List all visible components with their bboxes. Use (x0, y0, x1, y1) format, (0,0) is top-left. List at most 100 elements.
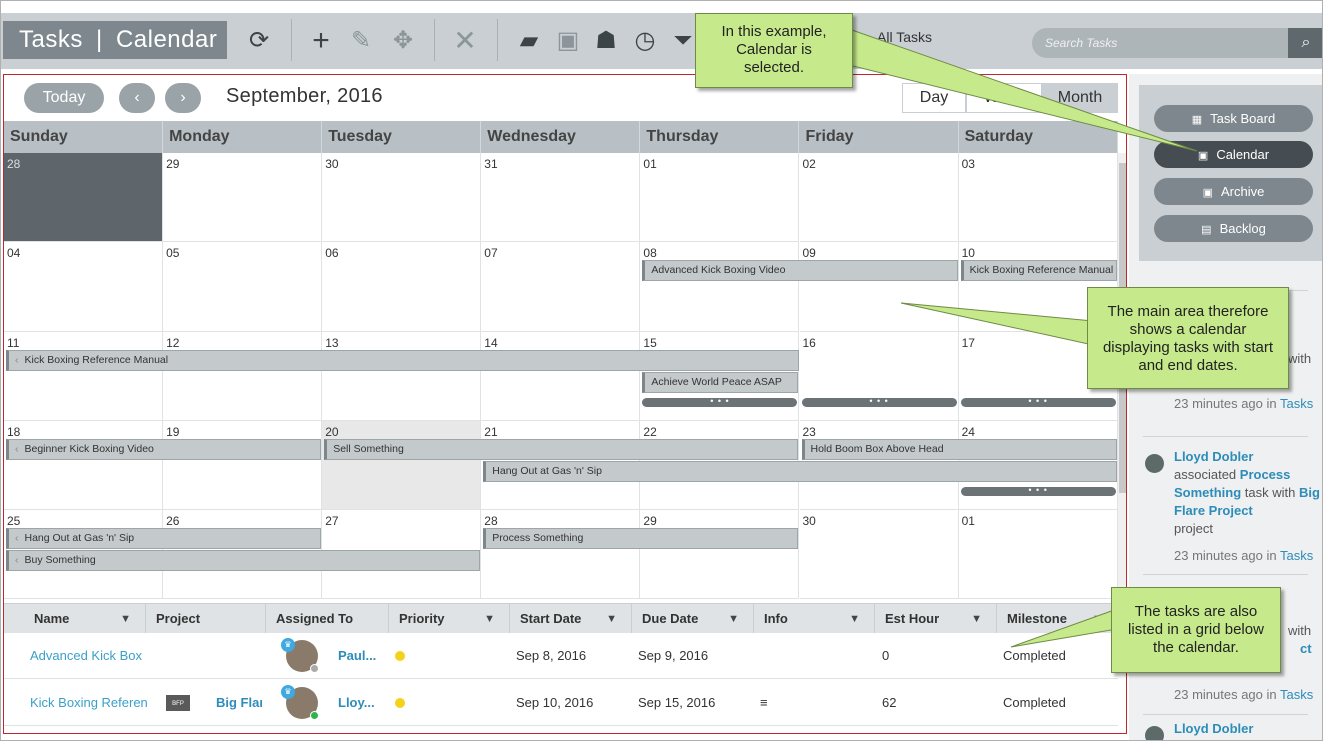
day-number: 28 (484, 514, 498, 529)
calendar-event[interactable]: ‹ Kick Boxing Reference Manual (6, 349, 799, 371)
folder-icon[interactable]: ▰ (515, 27, 543, 55)
column-header-start-date[interactable]: Start Date ▼ (510, 604, 632, 634)
day-cell[interactable]: 06 (322, 242, 482, 332)
clock-icon[interactable]: ◷ (631, 27, 659, 55)
delete-icon[interactable]: ✕ (451, 27, 479, 55)
column-header-name[interactable]: Name ▼ (24, 604, 146, 634)
day-cell[interactable]: 09 (799, 242, 959, 332)
calendar-event[interactable]: Achieve World Peace ASAP (642, 371, 799, 393)
day-number: 13 (325, 335, 339, 350)
day-cell[interactable]: 30 (322, 153, 482, 243)
next-month-button[interactable]: › (165, 83, 201, 113)
column-header-info[interactable]: Info ▼ (754, 604, 875, 634)
calendar-event[interactable]: ‹ Beginner Kick Boxing Video (6, 438, 322, 460)
assignee-link[interactable]: Paul... (338, 633, 382, 679)
info-note-icon[interactable]: ≡ (760, 680, 768, 726)
search-input[interactable]: Search Tasks (1032, 28, 1288, 58)
day-cell[interactable]: 08 (640, 242, 800, 332)
edit-icon[interactable]: ✎ (347, 27, 375, 55)
day-cell[interactable]: 11 (4, 331, 164, 421)
column-filter-icon[interactable]: ▼ (606, 604, 617, 634)
day-cell[interactable]: 04 (4, 242, 164, 332)
calendar-event[interactable]: Process Something (483, 528, 799, 550)
prev-month-button[interactable]: ‹ (119, 83, 155, 113)
more-events-button[interactable]: • • • (642, 396, 798, 407)
avatar (1145, 454, 1164, 473)
day-cell[interactable]: 29 (640, 510, 800, 600)
column-filter-icon[interactable]: ▼ (728, 604, 739, 634)
day-cell[interactable]: 03 (958, 153, 1118, 243)
table-row[interactable]: Kick Boxing Referen BFP Big Flar ♛ Lloy... Se… (4, 680, 1118, 726)
column-header-assigned-to[interactable]: Assigned To (266, 604, 389, 634)
project-link[interactable]: Big Flar (216, 680, 262, 726)
column-filter-icon[interactable]: ▼ (484, 604, 495, 634)
day-cell[interactable]: 18 (4, 420, 164, 511)
day-cell[interactable]: 13 (322, 331, 482, 421)
column-filter-icon[interactable]: ▼ (1092, 604, 1103, 634)
day-cell[interactable]: 29 (163, 153, 323, 243)
calendar-event[interactable]: Hang Out at Gas 'n' Sip (483, 460, 1117, 482)
column-filter-icon[interactable]: ▼ (849, 604, 860, 634)
day-cell[interactable]: 20 (322, 420, 482, 511)
day-cell[interactable]: 12 (163, 331, 323, 421)
more-events-button[interactable]: • • • (801, 396, 957, 407)
sidebar-backlog-button[interactable]: ▤ Backlog (1154, 215, 1313, 242)
task-name-link[interactable]: Kick Boxing Referen (30, 680, 148, 726)
move-icon[interactable]: ✥ (389, 27, 417, 55)
task-name-link[interactable]: Advanced Kick Box (30, 633, 148, 679)
day-cell[interactable]: 05 (163, 242, 323, 332)
calendar-event[interactable]: Hold Boom Box Above Head (801, 438, 1117, 460)
search-icon[interactable]: ⌕ (1288, 28, 1322, 58)
column-header-due-date[interactable]: Due Date ▼ (632, 604, 754, 634)
calendar-event[interactable]: Kick Boxing Reference Manual (960, 260, 1117, 282)
column-filter-icon[interactable]: ▼ (971, 604, 982, 634)
calendar-main-area: Today ‹ › September, 2016 Day Week Month S… (3, 74, 1127, 734)
column-header-est-hour[interactable]: Est Hour ▼ (875, 604, 997, 634)
tasks-link[interactable]: Tasks (1280, 687, 1313, 702)
column-filter-icon[interactable]: ▼ (120, 604, 131, 634)
activity-item: Lloyd Dobler associated Process Somethin… (1174, 448, 1322, 565)
filter-icon[interactable]: ⏷ (669, 27, 697, 55)
day-cell[interactable]: 28 (481, 510, 641, 600)
activity-user-link[interactable]: Lloyd Dobler (1174, 720, 1322, 738)
calendar-event[interactable]: ‹ Buy Something (6, 550, 481, 572)
calendar-icon: ▣ (1197, 150, 1209, 162)
view-month-button[interactable]: Month (1042, 83, 1118, 113)
calendar-move-icon[interactable]: ▣ (554, 27, 582, 55)
day-cell[interactable]: 19 (163, 420, 323, 511)
calendar-event[interactable]: Sell Something (324, 438, 799, 460)
view-week-button[interactable]: Week (966, 83, 1042, 113)
add-icon[interactable]: + (307, 26, 335, 56)
column-header-milestone[interactable]: Milestone ▼ (997, 604, 1118, 634)
task-filter-label[interactable]: All Tasks (877, 29, 932, 45)
sidebar-calendar-button[interactable]: ▣ Calendar (1154, 141, 1313, 168)
day-cell[interactable]: 01 (640, 153, 800, 243)
column-header-priority[interactable]: Priority ▼ (389, 604, 510, 634)
view-day-button[interactable]: Day (902, 83, 966, 113)
day-cell[interactable]: 16 (799, 331, 959, 421)
calendar-event[interactable]: Advanced Kick Boxing Video (642, 260, 958, 282)
column-header-project[interactable]: Project (146, 604, 266, 634)
day-cell[interactable]: 28 (4, 153, 164, 243)
day-cell[interactable]: 02 (799, 153, 959, 243)
day-cell[interactable]: 07 (481, 242, 641, 332)
assignee-link[interactable]: Lloy... (338, 680, 382, 726)
sidebar-task-board-button[interactable]: ▦ Task Board (1154, 105, 1313, 132)
more-events-button[interactable]: • • • (960, 396, 1116, 407)
day-cell[interactable]: 30 (799, 510, 959, 600)
tasks-link[interactable]: Tasks (1280, 396, 1313, 411)
table-row[interactable]: Advanced Kick Box ♛ Paul... Sep 8, 2016 Sep … (4, 633, 1118, 679)
day-number: 02 (802, 157, 816, 171)
activity-user-link[interactable]: Lloyd Dobler (1174, 448, 1322, 466)
day-cell[interactable]: 14 (481, 331, 641, 421)
sidebar-archive-button[interactable]: ▣ Archive (1154, 178, 1313, 205)
day-cell[interactable]: 01 (958, 510, 1118, 600)
today-button[interactable]: Today (24, 83, 104, 113)
column-label: Assigned To (276, 611, 354, 626)
refresh-icon[interactable]: ⟳ (245, 27, 273, 55)
tasks-link[interactable]: Tasks (1280, 548, 1313, 563)
calendar-event[interactable]: ‹ Hang Out at Gas 'n' Sip (6, 528, 322, 550)
assign-user-icon[interactable]: ☗ (592, 27, 620, 55)
day-cell[interactable]: 31 (481, 153, 641, 243)
more-events-button[interactable]: • • • (960, 485, 1116, 496)
